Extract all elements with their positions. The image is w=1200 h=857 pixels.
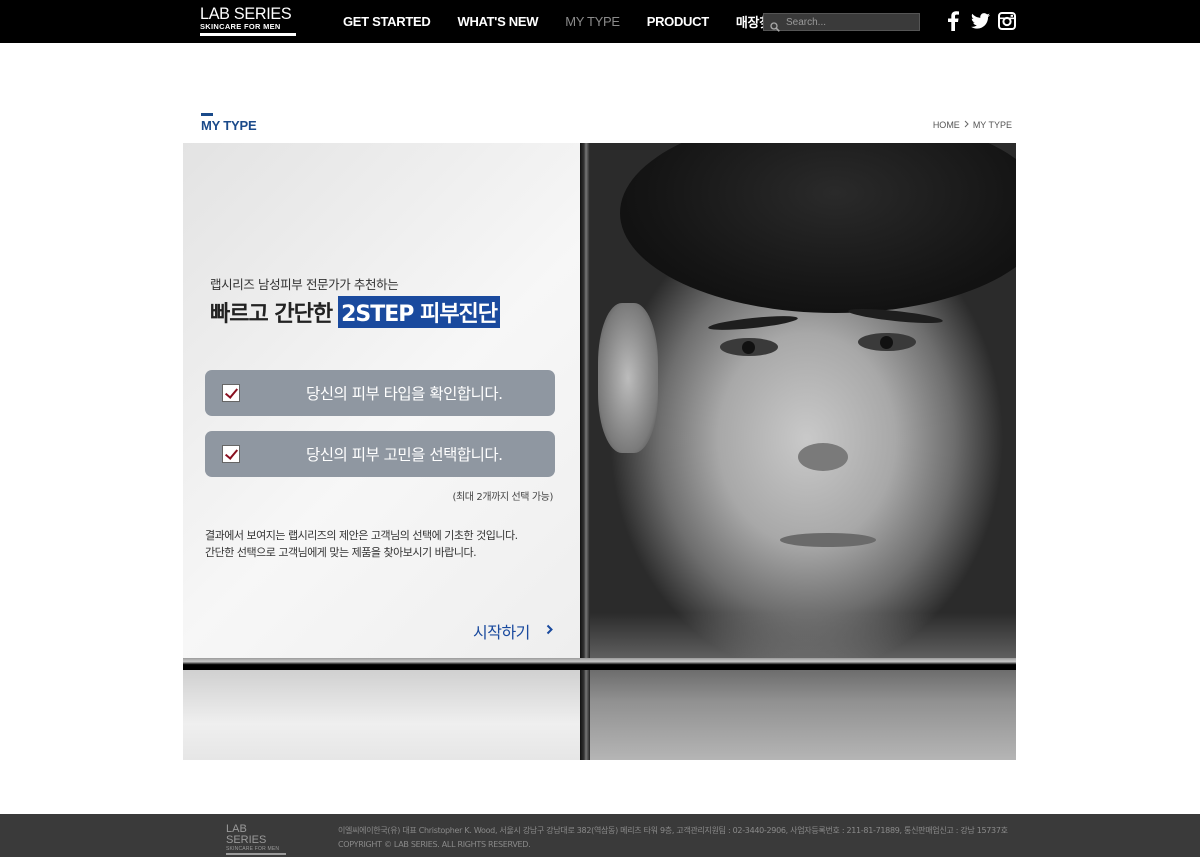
hero-description: 결과에서 보여지는 랩시리즈의 제안은 고객님의 선택에 기초한 것입니다. 간…	[205, 527, 518, 561]
footer-logo: LAB SERIES SKINCARE FOR MEN	[226, 824, 288, 855]
copyright: COPYRIGHT © LAB SERIES. ALL RIGHTS RESER…	[338, 840, 531, 849]
portrait-right-eye	[858, 333, 916, 351]
footer-logo-tagline: SKINCARE FOR MEN	[226, 846, 280, 852]
step-label: 당신의 피부 고민을 선택합니다.	[306, 446, 503, 464]
portrait-mouth	[780, 533, 876, 547]
nav-whats-new[interactable]: WHAT'S NEW	[457, 14, 538, 29]
main-nav: GET STARTED WHAT'S NEW MY TYPE PRODUCT 매…	[343, 0, 810, 43]
portrait-left-eye	[720, 338, 778, 356]
description-line: 간단한 선택으로 고객님에게 맞는 제품을 찾아보시기 바랍니다.	[205, 546, 477, 559]
company-info: 이엘씨에이한국(유) 대표 Christopher K. Wood, 서울시 강…	[338, 826, 1008, 835]
page-title: MY TYPE	[201, 118, 257, 133]
hero-headline: 빠르고 간단한 2STEP 피부진단	[210, 296, 501, 328]
portrait-left-brow	[707, 313, 799, 333]
portrait-hair	[620, 143, 1016, 313]
site-footer: LAB SERIES SKINCARE FOR MEN 이엘씨에이한국(유) 대…	[0, 814, 1200, 857]
description-line: 결과에서 보여지는 랩시리즈의 제안은 고객님의 선택에 기초한 것입니다.	[205, 529, 518, 542]
frame-horizontal-bar	[183, 658, 1016, 670]
breadcrumb: HOME MY TYPE	[933, 120, 1012, 130]
hero-subtitle: 랩시리즈 남성피부 전문가가 추천하는	[210, 277, 399, 292]
logo-wordmark: LAB SERIES	[200, 4, 292, 23]
search-input[interactable]	[786, 16, 906, 28]
step-skin-type[interactable]: 당신의 피부 타입을 확인합니다.	[205, 370, 555, 416]
hero-bottom-panel	[183, 670, 580, 760]
nav-my-type[interactable]: MY TYPE	[565, 14, 620, 29]
title-accent-bar	[201, 113, 213, 116]
breadcrumb-home[interactable]: HOME	[933, 120, 960, 130]
hero-headline-text: 빠르고 간단한	[210, 302, 333, 327]
instagram-icon[interactable]	[998, 12, 1016, 30]
top-navigation-bar: LAB SERIES SKINCARE FOR MEN GET STARTED …	[0, 0, 1200, 43]
lab-series-logo[interactable]: LAB SERIES SKINCARE FOR MEN	[200, 5, 298, 36]
checkbox-checked-icon[interactable]	[222, 445, 240, 463]
nav-get-started[interactable]: GET STARTED	[343, 14, 431, 29]
step-label: 당신의 피부 타입을 확인합니다.	[306, 385, 503, 403]
search-icon[interactable]	[770, 17, 780, 32]
logo-tagline: SKINCARE FOR MEN	[200, 22, 281, 31]
portrait-ear	[598, 303, 658, 453]
hero-headline-highlight: 2STEP 피부진단	[338, 296, 501, 328]
facebook-icon[interactable]	[946, 11, 960, 31]
chevron-right-icon	[546, 624, 553, 639]
footer-logo-wordmark: LAB SERIES	[226, 823, 267, 846]
chevron-right-icon	[964, 120, 969, 130]
portrait-neck	[580, 613, 1016, 760]
search-box	[763, 13, 920, 32]
twitter-icon[interactable]	[971, 13, 990, 29]
step-skin-concern[interactable]: 당신의 피부 고민을 선택합니다.	[205, 431, 555, 477]
portrait-nose	[798, 443, 848, 471]
breadcrumb-current: MY TYPE	[972, 120, 1012, 130]
start-button[interactable]: 시작하기	[473, 619, 553, 643]
logo-underline	[200, 33, 296, 36]
hero-banner: 랩시리즈 남성피부 전문가가 추천하는 빠르고 간단한 2STEP 피부진단 당…	[183, 143, 1016, 760]
footer-logo-underline	[226, 853, 286, 855]
start-label: 시작하기	[473, 623, 530, 642]
footer-info: 이엘씨에이한국(유) 대표 Christopher K. Wood, 서울시 강…	[338, 824, 1018, 852]
checkbox-checked-icon[interactable]	[222, 384, 240, 402]
nav-product[interactable]: PRODUCT	[647, 14, 709, 29]
selection-limit-note: (최대 2개까지 선택 가능)	[452, 492, 553, 503]
portrait-right-brow	[847, 306, 944, 326]
